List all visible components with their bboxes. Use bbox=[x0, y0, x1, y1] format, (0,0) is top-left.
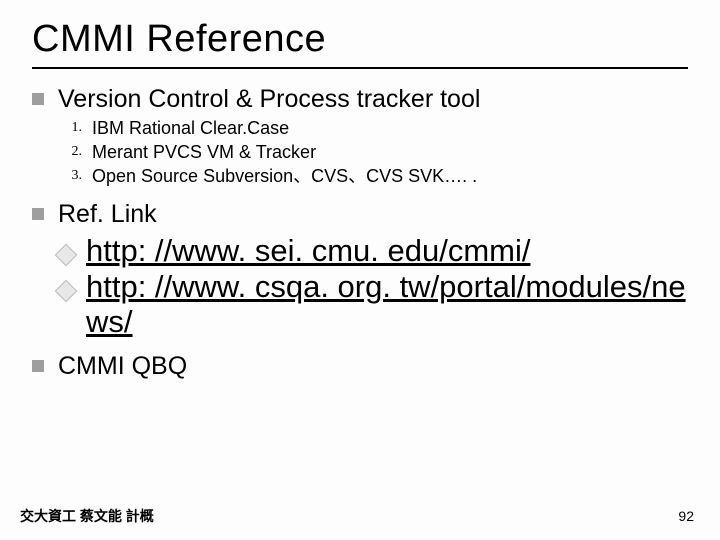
heading-text: CMMI QBQ bbox=[58, 350, 187, 383]
link-row: http: //www. sei. cmu. edu/cmmi/ bbox=[58, 233, 688, 269]
slide: CMMI Reference Version Control & Process… bbox=[0, 0, 720, 540]
link-text[interactable]: http: //www. csqa. org. tw/portal/module… bbox=[86, 269, 688, 340]
square-bullet-icon bbox=[32, 360, 44, 372]
list-text: Open Source Subversion、CVS、CVS SVK…. . bbox=[92, 164, 477, 188]
heading-text: Ref. Link bbox=[58, 198, 157, 231]
square-bullet-icon bbox=[32, 93, 44, 105]
list-number: 2. bbox=[58, 143, 82, 162]
list-item: 2. Merant PVCS VM & Tracker bbox=[58, 140, 688, 164]
list-item: 1. IBM Rational Clear.Case bbox=[58, 116, 688, 140]
bullet-version-control: Version Control & Process tracker tool bbox=[32, 83, 688, 116]
link-text[interactable]: http: //www. sei. cmu. edu/cmmi/ bbox=[86, 233, 530, 269]
list-number: 3. bbox=[58, 167, 82, 186]
diamond-bullet-icon bbox=[55, 244, 78, 267]
title-rule bbox=[32, 67, 688, 69]
heading-text: Version Control & Process tracker tool bbox=[58, 83, 480, 116]
bullet-cmmi-qbq: CMMI QBQ bbox=[32, 350, 688, 383]
list-text: Merant PVCS VM & Tracker bbox=[92, 140, 316, 164]
slide-title: CMMI Reference bbox=[32, 18, 688, 61]
list-text: IBM Rational Clear.Case bbox=[92, 116, 289, 140]
link-row: http: //www. csqa. org. tw/portal/module… bbox=[58, 269, 688, 340]
links-block: http: //www. sei. cmu. edu/cmmi/ http: /… bbox=[58, 233, 688, 340]
footer-left: 交大資工 蔡文能 計概 bbox=[20, 506, 154, 526]
list-number: 1. bbox=[58, 119, 82, 138]
bullet-ref-link: Ref. Link bbox=[32, 198, 688, 231]
diamond-bullet-icon bbox=[55, 279, 78, 302]
square-bullet-icon bbox=[32, 208, 44, 220]
page-number: 92 bbox=[678, 508, 694, 524]
list-item: 3. Open Source Subversion、CVS、CVS SVK…. … bbox=[58, 164, 688, 188]
